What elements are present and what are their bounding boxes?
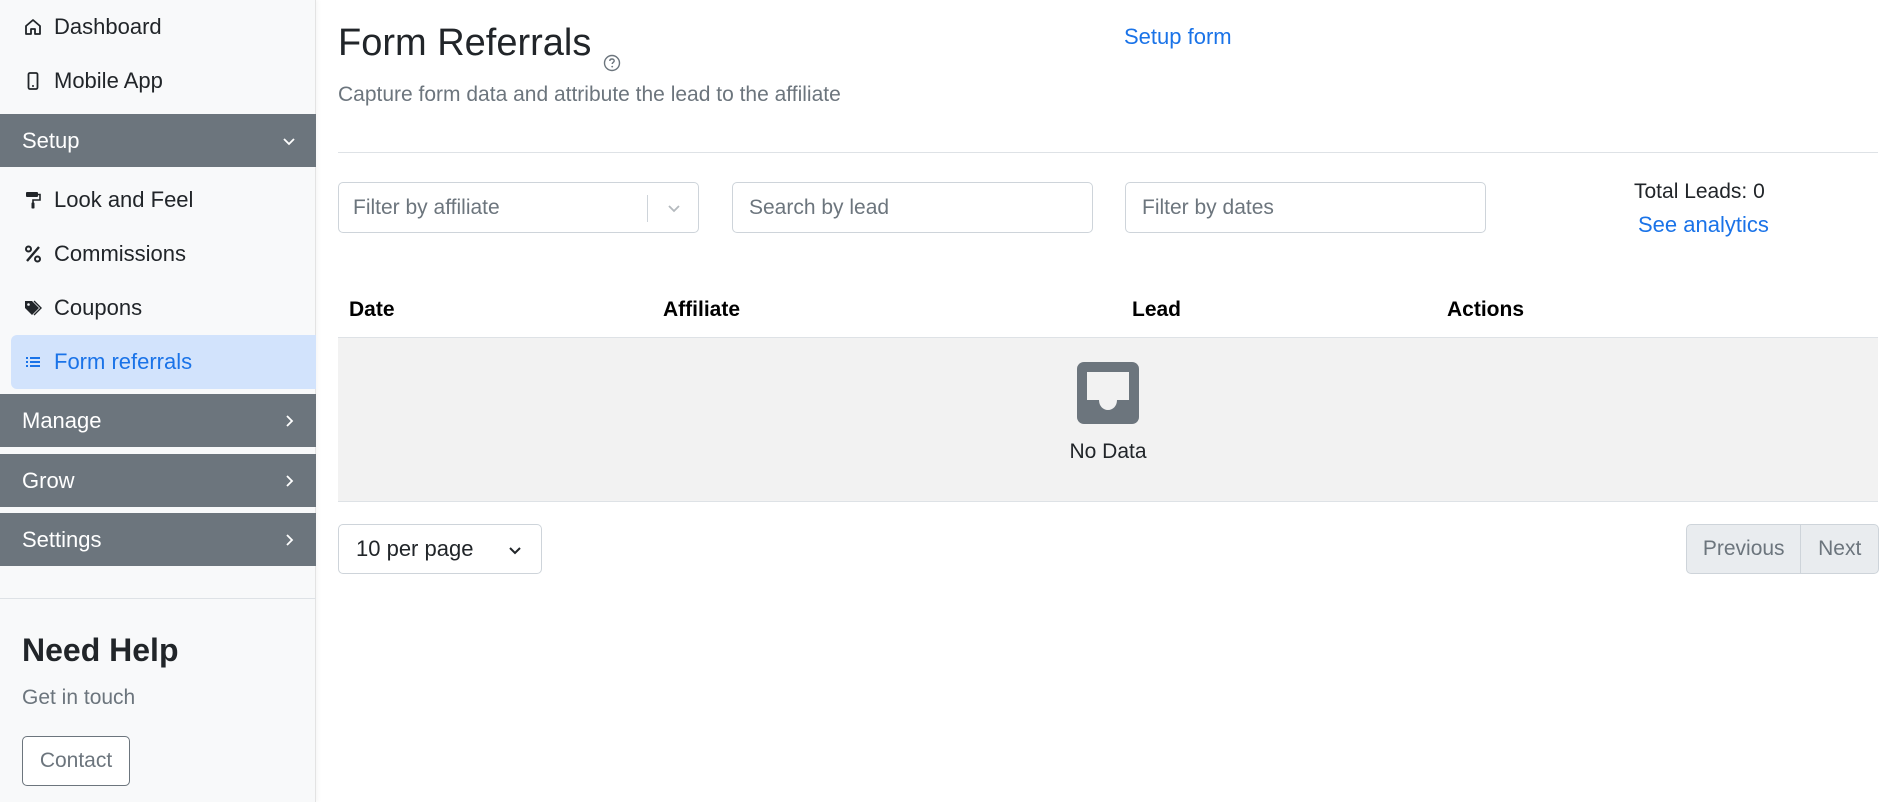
sidebar-item-mobile-app[interactable]: Mobile App [11, 54, 316, 108]
affiliate-filter-select[interactable]: Filter by affiliate [338, 182, 699, 233]
pagination: Previous Next [1686, 524, 1879, 574]
lead-search-input[interactable] [732, 182, 1093, 233]
sidebar-item-label: Form referrals [54, 349, 193, 374]
affiliate-filter-placeholder: Filter by affiliate [353, 195, 500, 219]
percent-icon [22, 243, 44, 265]
header-divider [338, 152, 1878, 153]
chevron-right-icon [280, 531, 298, 549]
page-title: Form Referrals [338, 22, 592, 64]
home-icon [22, 16, 44, 38]
column-header-date[interactable]: Date [349, 298, 395, 322]
see-analytics-link[interactable]: See analytics [1638, 212, 1769, 238]
section-label: Grow [22, 467, 75, 493]
paint-roller-icon [22, 189, 44, 211]
sidebar-item-form-referrals[interactable]: Form referrals [11, 335, 316, 389]
sidebar-divider [0, 598, 316, 599]
previous-button[interactable]: Previous [1687, 525, 1802, 573]
mobile-icon [22, 70, 44, 92]
page-subtitle: Capture form data and attribute the lead… [338, 83, 841, 106]
date-filter-input[interactable] [1125, 182, 1486, 233]
contact-button[interactable]: Contact [22, 736, 130, 786]
chevron-right-icon [280, 472, 298, 490]
section-label: Manage [22, 407, 102, 433]
column-header-affiliate[interactable]: Affiliate [663, 298, 740, 322]
sidebar-item-commissions[interactable]: Commissions [11, 227, 316, 281]
sidebar-item-dashboard[interactable]: Dashboard [11, 0, 316, 54]
total-leads-count: Total Leads: 0 [1634, 180, 1765, 203]
help-subtitle: Get in touch [22, 686, 136, 709]
sidebar-section-settings[interactable]: Settings [0, 513, 316, 566]
page-title-wrap: Form Referrals [338, 22, 621, 71]
column-header-lead[interactable]: Lead [1132, 298, 1181, 322]
column-header-actions: Actions [1447, 298, 1525, 321]
next-button[interactable]: Next [1801, 525, 1878, 573]
no-data-text: No Data [1069, 440, 1147, 463]
tags-icon [22, 297, 44, 319]
sidebar-item-label: Commissions [54, 241, 187, 266]
table-empty-state: No Data [338, 338, 1878, 502]
help-title: Need Help [22, 632, 179, 668]
sidebar-item-look-and-feel[interactable]: Look and Feel [11, 173, 316, 227]
chevron-down-icon [280, 132, 298, 150]
sidebar-item-label: Mobile App [54, 68, 163, 93]
sidebar-section-setup[interactable]: Setup [0, 114, 316, 167]
per-page-select[interactable]: 10 per page [338, 524, 542, 574]
sidebar-section-grow[interactable]: Grow [0, 454, 316, 507]
inbox-icon [1075, 360, 1141, 426]
sidebar-item-coupons[interactable]: Coupons [11, 281, 316, 335]
sidebar-item-label: Coupons [54, 295, 143, 320]
chevron-down-icon [505, 540, 525, 560]
chevron-down-icon [664, 198, 684, 218]
setup-form-link[interactable]: Setup form [1124, 24, 1232, 50]
list-icon [22, 351, 44, 373]
sidebar-item-label: Look and Feel [54, 187, 194, 212]
select-separator [647, 195, 648, 222]
per-page-value: 10 per page [356, 536, 474, 561]
question-circle-icon[interactable] [603, 39, 621, 71]
sidebar: Dashboard Mobile App Setup Look and Feel… [0, 0, 316, 802]
sidebar-section-manage[interactable]: Manage [0, 394, 316, 447]
sidebar-item-label: Dashboard [54, 14, 162, 39]
section-label: Setup [22, 127, 80, 153]
section-label: Settings [22, 526, 102, 552]
chevron-right-icon [280, 412, 298, 430]
